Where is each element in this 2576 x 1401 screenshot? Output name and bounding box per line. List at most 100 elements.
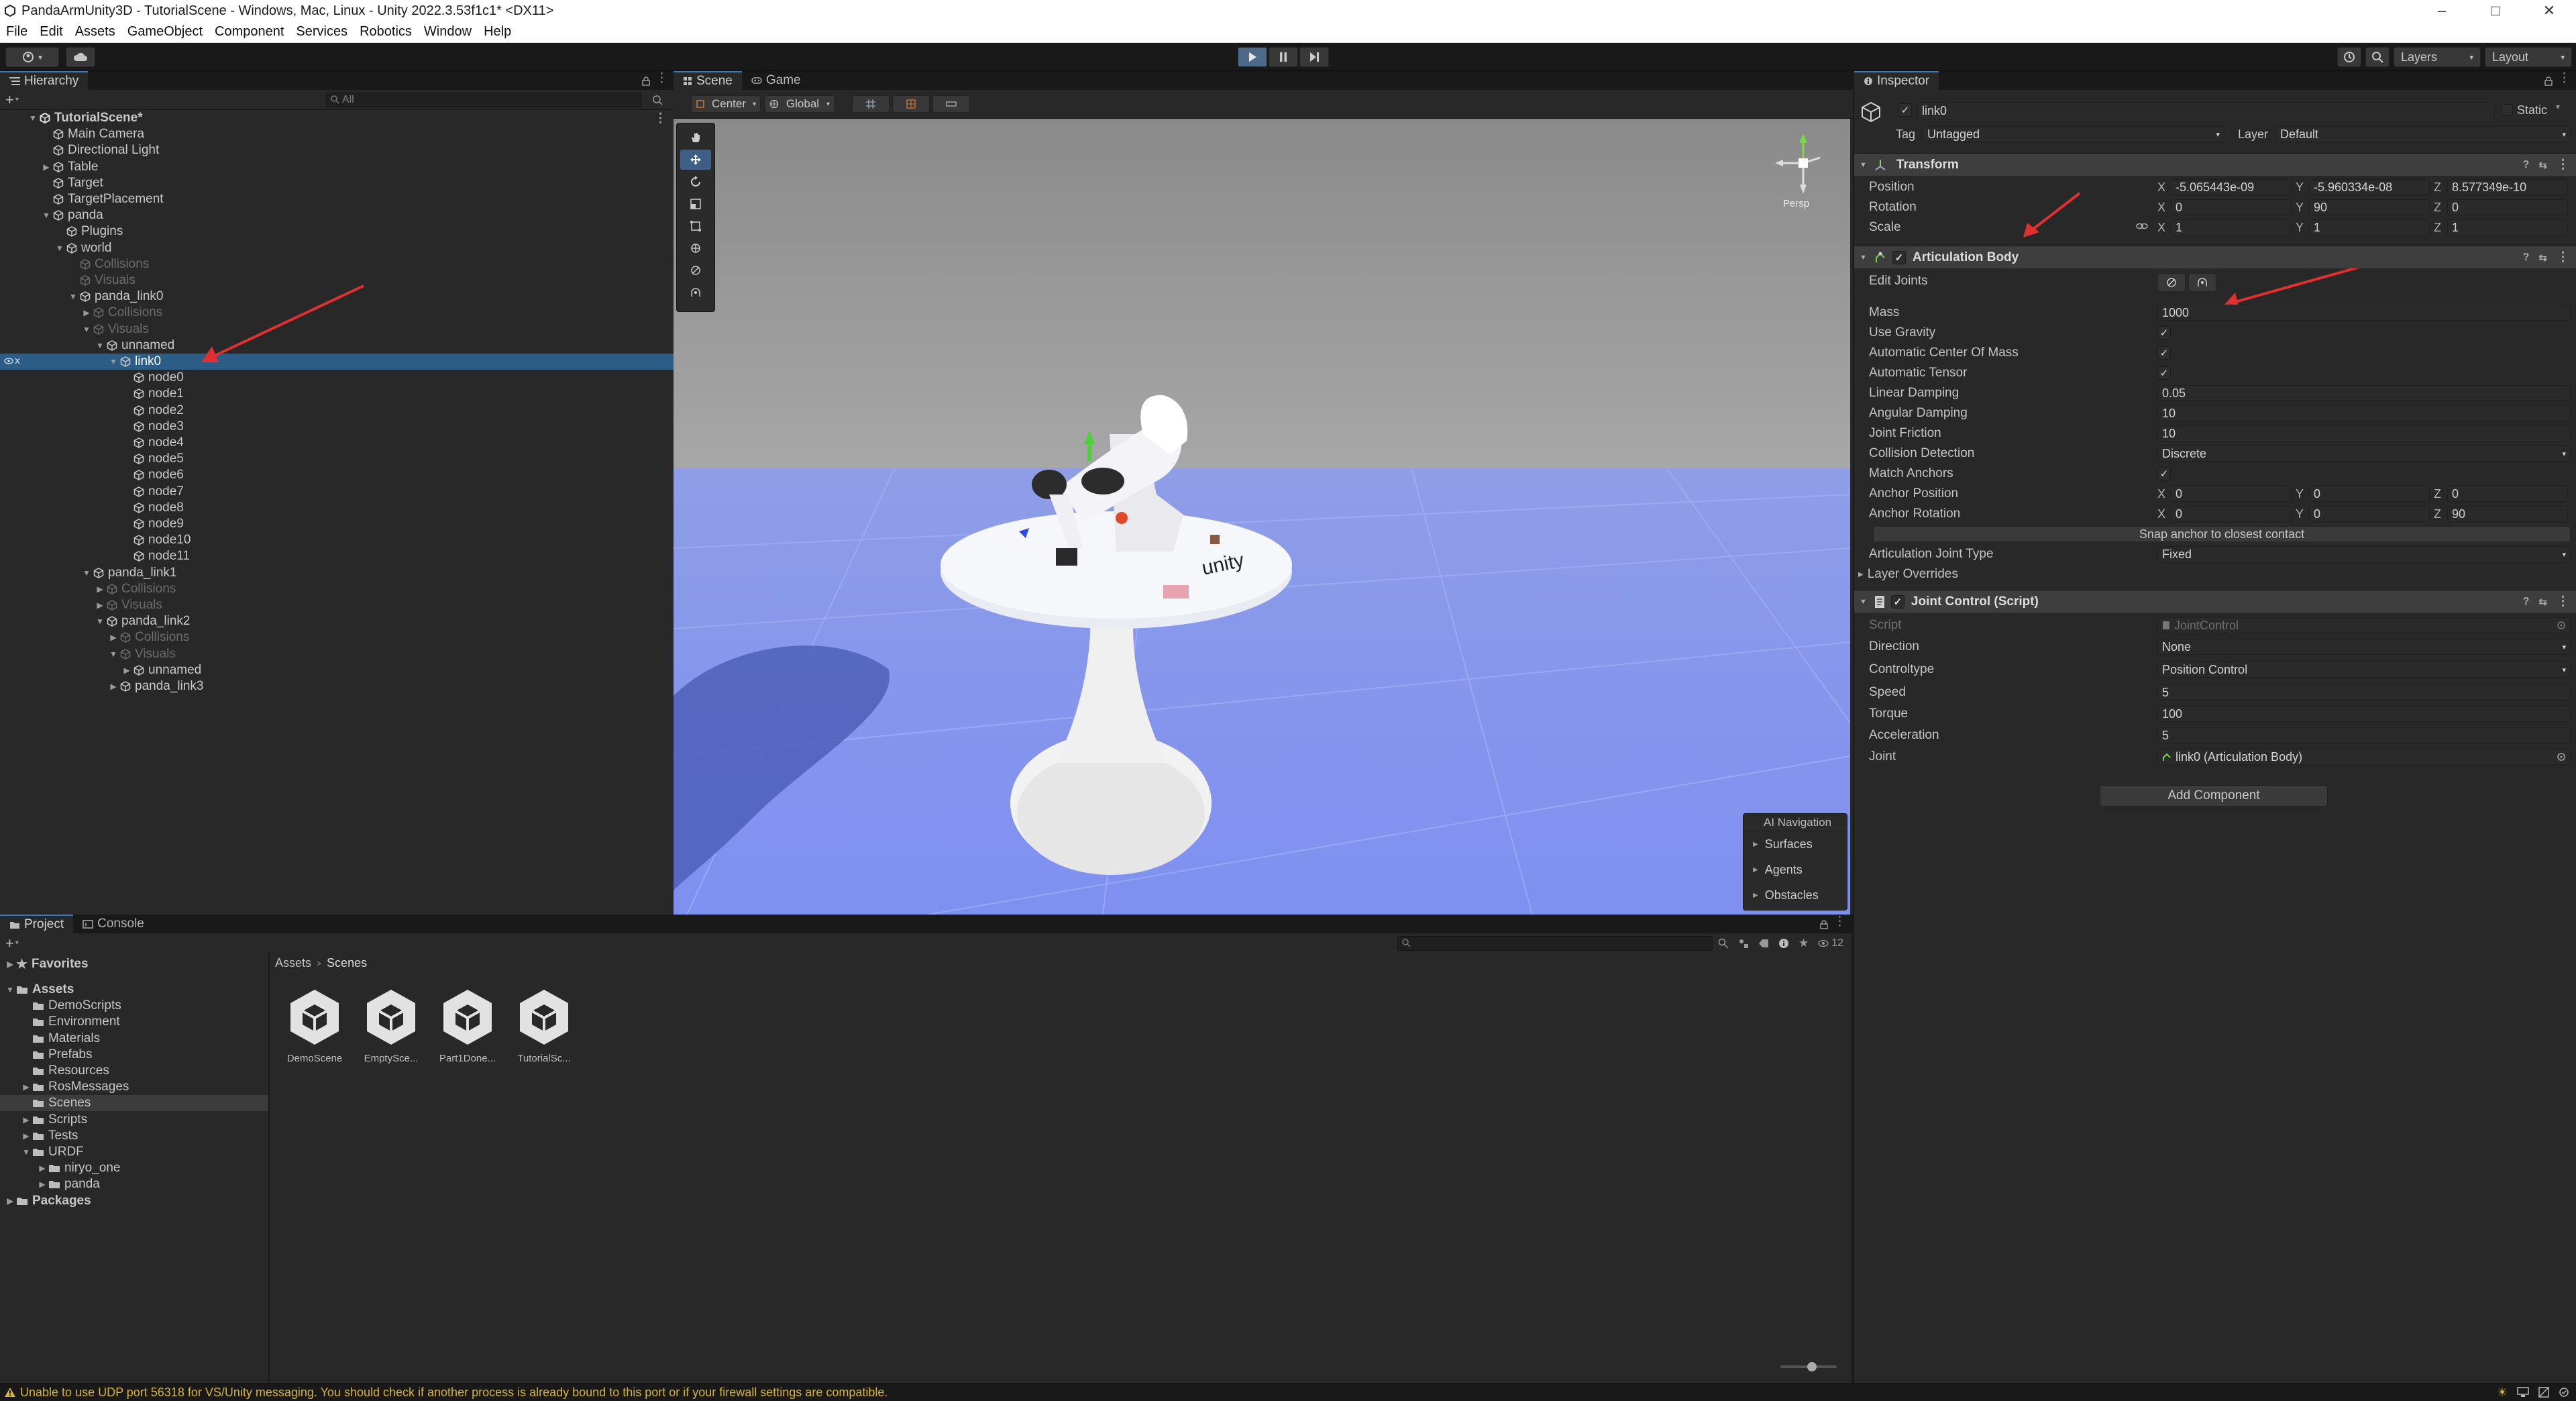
hierarchy-row[interactable]: node10: [0, 532, 674, 548]
ai-agents-item[interactable]: ▶ Agents: [1743, 857, 1847, 882]
hierarchy-row[interactable]: node6: [0, 467, 674, 483]
articulation-body-enabled-checkbox[interactable]: ✓: [1892, 250, 1906, 264]
folder-item[interactable]: ▼ URDF: [4, 1144, 84, 1160]
object-active-checkbox[interactable]: ✓: [1898, 103, 1912, 117]
transform-component-header[interactable]: ▼ Transform ? ⇆ ⋮: [1854, 153, 2576, 176]
hand-tool[interactable]: [680, 127, 711, 148]
minimize-button[interactable]: –: [2415, 0, 2469, 21]
auto-com-checkbox[interactable]: ✓: [2157, 346, 2171, 360]
mass-field[interactable]: 1000: [2157, 305, 2571, 321]
scale-z-field[interactable]: 1: [2447, 219, 2568, 236]
hierarchy-row[interactable]: node11: [0, 548, 674, 564]
tab-game[interactable]: Game: [742, 71, 810, 90]
position-x-field[interactable]: -5.065443e-09: [2171, 179, 2292, 195]
chevron-down-icon[interactable]: ▼: [4, 985, 16, 994]
articulation-body-header[interactable]: ▼ ✓ Articulation Body ? ⇆ ⋮: [1854, 246, 2576, 268]
folder-item[interactable]: ▶ RosMessages: [4, 1079, 129, 1095]
joint-field[interactable]: link0 (Articulation Body): [2157, 749, 2571, 765]
folder-item[interactable]: ▶ Packages: [4, 1193, 91, 1209]
menu-gameobject[interactable]: GameObject: [121, 24, 209, 40]
scene-asset[interactable]: EmptySce...: [354, 987, 428, 1064]
chevron-right-icon[interactable]: ▶: [20, 1082, 32, 1092]
anchor-rotation-z-field[interactable]: 90: [2447, 506, 2568, 522]
torque-field[interactable]: 100: [2157, 706, 2571, 722]
linear-damping-field[interactable]: 0.05: [2157, 385, 2571, 401]
use-gravity-checkbox[interactable]: ✓: [2157, 326, 2171, 340]
folder-item[interactable]: ▼ Assets: [4, 982, 74, 998]
menu-services[interactable]: Services: [290, 24, 354, 40]
chevron-down-icon[interactable]: ▼: [54, 244, 66, 253]
articulation-tool[interactable]: [680, 282, 711, 303]
joint-friction-field[interactable]: 10: [2157, 425, 2571, 442]
network-icon[interactable]: [2517, 1387, 2529, 1398]
debug-icon[interactable]: [2538, 1387, 2549, 1398]
chevron-right-icon[interactable]: ▶: [20, 1131, 32, 1141]
add-icon[interactable]: +: [5, 91, 14, 109]
tab-project[interactable]: Project: [0, 915, 74, 933]
layer-dropdown[interactable]: Default ▾: [2275, 126, 2571, 142]
status-bar[interactable]: Unable to use UDP port 56318 for VS/Unit…: [0, 1383, 2576, 1401]
joint-control-header[interactable]: ▼ ✓ Joint Control (Script) ? ⇆ ⋮: [1854, 590, 2576, 613]
scale-tool[interactable]: [680, 194, 711, 214]
preset-icon[interactable]: ⇆: [2538, 596, 2547, 608]
cloud-button[interactable]: [66, 47, 95, 67]
edit-joints-button-1[interactable]: [2157, 273, 2186, 292]
transform-tool[interactable]: [680, 238, 711, 258]
tag-dropdown[interactable]: Untagged ▾: [1923, 126, 2224, 142]
help-icon[interactable]: ?: [2523, 252, 2530, 264]
hierarchy-row[interactable]: Directional Light: [0, 142, 674, 158]
speed-field[interactable]: 5: [2157, 684, 2571, 701]
chevron-right-icon[interactable]: ▶: [80, 308, 93, 317]
grid-visibility-button[interactable]: [892, 95, 930, 113]
object-name-field[interactable]: link0: [1917, 102, 2494, 119]
chevron-down-icon[interactable]: ▼: [107, 650, 119, 659]
chevron-down-icon[interactable]: ▼: [94, 617, 106, 626]
kebab-menu-icon[interactable]: ⋮: [654, 111, 667, 126]
info-icon[interactable]: [1778, 938, 1789, 949]
position-y-field[interactable]: -5.960334e-08: [2309, 179, 2430, 195]
chevron-right-icon[interactable]: ▶: [94, 601, 106, 610]
anchor-rotation-x-field[interactable]: 0: [2171, 506, 2292, 522]
folder-item[interactable]: Environment: [4, 1014, 120, 1030]
tab-scene[interactable]: Scene: [674, 71, 742, 90]
move-tool[interactable]: [680, 150, 711, 170]
rect-tool[interactable]: [680, 216, 711, 236]
close-button[interactable]: ✕: [2522, 0, 2576, 21]
add-icon[interactable]: +: [5, 935, 14, 952]
star-icon[interactable]: ★: [1799, 937, 1809, 950]
tab-console[interactable]: Console: [73, 915, 154, 933]
space-dropdown[interactable]: Global ▾: [765, 95, 835, 113]
hierarchy-row[interactable]: Plugins: [0, 223, 674, 240]
hierarchy-row[interactable]: Main Camera: [0, 126, 674, 142]
label-icon[interactable]: [1758, 939, 1769, 948]
chevron-right-icon[interactable]: ▶: [121, 666, 133, 675]
layer-overrides-foldout[interactable]: ▶ Layer Overrides: [1858, 565, 1958, 584]
chevron-down-icon[interactable]: ▾: [2556, 102, 2560, 111]
tab-hierarchy[interactable]: Hierarchy: [0, 71, 89, 90]
hierarchy-row[interactable]: node1: [0, 386, 674, 402]
hierarchy-row[interactable]: node9: [0, 516, 674, 532]
chevron-right-icon[interactable]: ▶: [4, 1196, 16, 1206]
lock-icon[interactable]: [642, 76, 650, 86]
collision-detection-dropdown[interactable]: Discrete ▾: [2157, 446, 2571, 462]
chevron-right-icon[interactable]: ▶: [40, 162, 52, 172]
layers-dropdown[interactable]: Layers ▾: [2394, 47, 2481, 67]
help-icon[interactable]: ?: [2523, 159, 2530, 171]
hierarchy-row[interactable]: ▶ panda_link3: [0, 678, 674, 694]
help-icon[interactable]: ?: [2523, 596, 2530, 608]
kebab-menu-icon[interactable]: ⋮: [655, 70, 668, 86]
pause-button[interactable]: [1269, 47, 1298, 67]
visibility-icon[interactable]: [4, 356, 21, 366]
hierarchy-row[interactable]: ▼ world: [0, 240, 674, 256]
chevron-right-icon[interactable]: ▶: [20, 1115, 32, 1125]
anchor-rotation-y-field[interactable]: 0: [2309, 506, 2430, 522]
hierarchy-row[interactable]: node4: [0, 435, 674, 451]
kebab-menu-icon[interactable]: ⋮: [2557, 594, 2569, 609]
search-button[interactable]: [2365, 47, 2390, 67]
anchor-position-z-field[interactable]: 0: [2447, 486, 2568, 502]
icon-size-slider-handle[interactable]: [1807, 1362, 1817, 1371]
hierarchy-row[interactable]: node5: [0, 451, 674, 467]
hierarchy-row[interactable]: ▶ Collisions: [0, 581, 674, 597]
hierarchy-row[interactable]: Target: [0, 175, 674, 191]
chevron-right-icon[interactable]: ▶: [107, 633, 119, 642]
